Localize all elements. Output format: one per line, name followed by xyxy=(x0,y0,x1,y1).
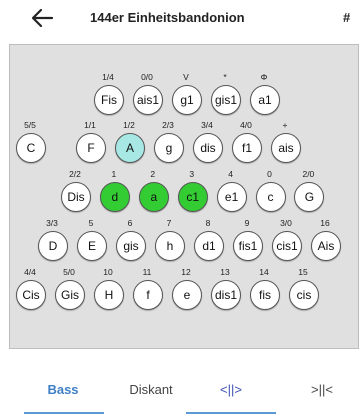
key-button-e1[interactable]: e1 xyxy=(216,182,247,212)
key-fingering-label: 11 xyxy=(142,267,152,277)
key-fingering-label: 1 xyxy=(111,169,117,179)
key-fingering-label: 1/1 xyxy=(84,120,96,130)
key-button-gis1[interactable]: gis1 xyxy=(211,85,241,115)
key-button-f[interactable]: f xyxy=(133,280,163,310)
key-button-e[interactable]: e xyxy=(172,280,202,310)
key-button-a[interactable]: A xyxy=(115,133,145,163)
key-fingering-label: 3/0 xyxy=(280,218,292,228)
key-fingering-label: Φ xyxy=(260,72,268,82)
tab-bellows-close[interactable]: >||< xyxy=(282,382,362,397)
key-fingering-label: 0 xyxy=(267,169,272,179)
key-button-f1[interactable]: f1 xyxy=(232,133,262,163)
tab-bass-indicator xyxy=(24,412,104,414)
key-button-g1[interactable]: g1 xyxy=(172,85,202,115)
key-button-f[interactable]: F xyxy=(76,133,106,163)
key-fingering-label: 12 xyxy=(181,267,191,277)
key-button-dis1[interactable]: dis1 xyxy=(211,280,241,310)
tab-bellows-open[interactable]: <||> xyxy=(191,382,271,397)
key-fingering-label: V xyxy=(183,72,189,82)
key-button-c1[interactable]: c1 xyxy=(177,182,208,212)
key-fingering-label: 3/4 xyxy=(201,120,213,130)
key-button-dis[interactable]: Dis xyxy=(61,182,91,212)
key-button-fis[interactable]: fis xyxy=(250,280,280,310)
key-fingering-label: 2/3 xyxy=(162,120,174,130)
key-fingering-label: 5 xyxy=(88,218,94,228)
key-fingering-label: 9 xyxy=(244,218,250,228)
back-arrow-icon[interactable] xyxy=(30,7,54,29)
key-button-fis[interactable]: Fis xyxy=(94,85,124,115)
key-button-cis1[interactable]: cis1 xyxy=(272,231,302,261)
key-button-c[interactable]: c xyxy=(255,182,286,212)
key-fingering-label: 10 xyxy=(103,267,113,277)
key-fingering-label: 16 xyxy=(320,218,330,228)
key-fingering-label: 2 xyxy=(150,169,156,179)
key-fingering-label: 6 xyxy=(127,218,133,228)
key-fingering-label: 4 xyxy=(228,169,233,179)
app-bar: 144er Einheitsbandonion # xyxy=(0,0,362,36)
key-fingering-label: 1/2 xyxy=(123,120,135,130)
key-button-ais[interactable]: ais xyxy=(271,133,301,163)
key-button-a[interactable]: a xyxy=(138,182,169,212)
key-button-h[interactable]: H xyxy=(94,280,124,310)
key-fingering-label: 4/4 xyxy=(24,267,36,277)
key-button-e[interactable]: E xyxy=(77,231,107,261)
key-fingering-label: 3 xyxy=(189,169,195,179)
key-button-fis1[interactable]: fis1 xyxy=(233,231,263,261)
key-button-gis[interactable]: Gis xyxy=(55,280,85,310)
key-fingering-label: 1/4 xyxy=(102,72,114,82)
key-fingering-label: 7 xyxy=(166,218,172,228)
tab-bellows-open-indicator xyxy=(186,412,276,414)
key-button-dis[interactable]: dis xyxy=(193,133,223,163)
key-button-d[interactable]: d xyxy=(99,182,130,212)
key-fingering-label: * xyxy=(223,72,227,82)
key-button-d[interactable]: D xyxy=(38,231,68,261)
key-button-h[interactable]: h xyxy=(155,231,185,261)
key-button-g[interactable]: g xyxy=(154,133,184,163)
bandoneon-keyboard: 1/4 Fis 0/0 ais1 Vg1 * gis1 Φa1 5/5 C 1/1 F 1/2 A 2/3 g… xyxy=(9,44,359,349)
key-fingering-label: 8 xyxy=(205,218,211,228)
key-button-cis[interactable]: Cis xyxy=(16,280,46,310)
key-button-g[interactable]: G xyxy=(294,182,325,212)
key-fingering-label: + xyxy=(282,120,288,130)
key-button-ais[interactable]: Ais xyxy=(311,231,341,261)
key-fingering-label: 2/2 xyxy=(69,169,81,179)
key-fingering-label: 5/5 xyxy=(24,120,36,130)
key-button-c[interactable]: C xyxy=(16,133,46,163)
page-title: 144er Einheitsbandonion xyxy=(90,10,245,25)
key-fingering-label: 4/0 xyxy=(240,120,252,130)
key-button-gis[interactable]: gis xyxy=(116,231,146,261)
key-button-a1[interactable]: a1 xyxy=(250,85,280,115)
key-button-d1[interactable]: d1 xyxy=(194,231,224,261)
key-fingering-label: 15 xyxy=(298,267,308,277)
key-fingering-label: 3/3 xyxy=(46,218,58,228)
key-button-ais1[interactable]: ais1 xyxy=(133,85,163,115)
tab-bar: Bass Diskant <||> >||< xyxy=(0,372,362,415)
key-button-cis[interactable]: cis xyxy=(289,280,319,310)
hash-menu-button[interactable]: # xyxy=(343,10,350,25)
key-fingering-label: 5/0 xyxy=(63,267,75,277)
tab-bass[interactable]: Bass xyxy=(23,382,103,397)
key-fingering-label: 0/0 xyxy=(141,72,153,82)
key-fingering-label: 2/0 xyxy=(302,169,315,179)
key-fingering-label: 13 xyxy=(220,267,230,277)
tab-diskant[interactable]: Diskant xyxy=(111,382,191,397)
key-fingering-label: 14 xyxy=(259,267,269,277)
